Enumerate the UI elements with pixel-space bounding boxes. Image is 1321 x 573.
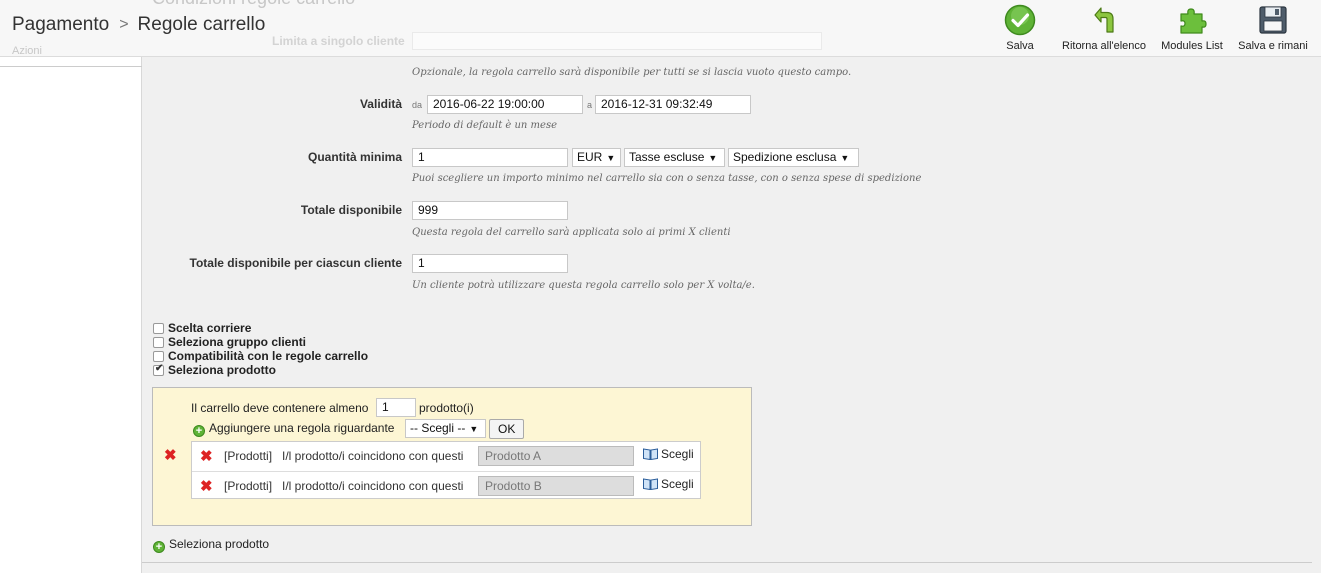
add-rule-row: + Aggiungere una regola riguardante (193, 421, 394, 437)
dropdown-arrow-icon: ▼ (708, 153, 718, 163)
modules-button-label: Modules List (1161, 40, 1223, 52)
book-icon (643, 448, 658, 460)
ok-button[interactable]: OK (489, 419, 525, 439)
remove-rule-icon[interactable]: ✖ (200, 449, 213, 464)
shipping-select[interactable]: Spedizione esclusa ▼ (728, 148, 859, 167)
floppy-disk-icon (1259, 6, 1287, 34)
save-button[interactable]: Salva (1000, 4, 1040, 52)
ghost-tab-label: Azioni (12, 45, 42, 57)
restriction-label: Compatibilità con le regole carrello (168, 349, 369, 363)
rule-type-select-value: -- Scegli -- (410, 421, 466, 435)
rule-type: [Prodotti] (224, 479, 273, 493)
product-min-qty-suffix: prodotto(i) (419, 401, 474, 415)
validity-to-label: a (587, 100, 593, 110)
save-and-stay-label: Salva e rimani (1238, 40, 1308, 52)
currency-select[interactable]: EUR ▼ (572, 148, 621, 167)
product-min-qty-prefix: Il carrello deve contenere almeno (191, 401, 369, 415)
checkbox[interactable] (153, 323, 164, 334)
ghost-field-label: Limita a singolo cliente (272, 34, 405, 48)
restriction-carrier[interactable]: Scelta corriere (153, 321, 251, 335)
breadcrumb-separator: > (119, 16, 129, 33)
add-icon[interactable]: + (193, 425, 205, 437)
checkmark-icon (1004, 4, 1036, 36)
add-product-selection-label: Seleziona prodotto (169, 537, 270, 551)
book-icon (643, 478, 658, 490)
toolbar: Condizioni regole carrello Limita a sing… (0, 0, 1321, 57)
restriction-label: Scelta corriere (168, 321, 252, 335)
back-button-label: Ritorna all'elenco (1062, 40, 1147, 52)
return-arrow-icon (1094, 7, 1114, 33)
tax-select-value: Tasse escluse (629, 150, 705, 164)
choose-label: Scegli (661, 477, 694, 491)
restriction-customer-group[interactable]: Seleziona gruppo clienti (153, 335, 306, 349)
restriction-label: Seleziona prodotto (168, 363, 276, 377)
add-rule-label: Aggiungere una regola riguardante (209, 421, 395, 435)
add-product-selection-link[interactable]: + Seleziona prodotto (153, 537, 269, 553)
left-panel (0, 57, 142, 573)
checkbox[interactable] (153, 351, 164, 362)
validity-hint: Periodo di default è un mese (412, 120, 557, 131)
dropdown-arrow-icon: ▼ (840, 153, 850, 163)
validity-from-input[interactable]: 2016-06-22 19:00:00 (427, 95, 583, 114)
table-row: ✖ [Prodotti] I/l prodotto/i coincidono c… (192, 442, 700, 471)
customer-field-hint: Opzionale, la regola carrello sarà dispo… (412, 67, 852, 78)
modules-list-button[interactable]: Modules List (1159, 4, 1225, 52)
choose-button[interactable]: Scegli (643, 477, 694, 491)
save-and-stay-button[interactable]: Salva e rimani (1238, 4, 1308, 52)
total-per-customer-input[interactable]: 1 (412, 254, 568, 273)
tax-select[interactable]: Tasse escluse ▼ (624, 148, 725, 167)
rule-condition: I/l prodotto/i coincidono con questi (282, 479, 464, 493)
currency-select-value: EUR (577, 150, 603, 164)
restriction-label: Seleziona gruppo clienti (168, 335, 307, 349)
total-available-label: Totale disponibile (300, 203, 402, 217)
min-amount-label: Quantità minima (307, 150, 402, 164)
back-to-list-button[interactable]: Ritorna all'elenco (1062, 4, 1147, 52)
rule-type: [Prodotti] (224, 449, 273, 463)
breadcrumb-current: Regole carrello (137, 14, 266, 35)
total-available-input[interactable]: 999 (412, 201, 568, 220)
remove-group-icon[interactable]: ✖ (164, 448, 177, 463)
validity-from-label: da (412, 100, 423, 110)
choose-label: Scegli (661, 447, 694, 461)
total-per-customer-hint: Un cliente potrà utilizzare questa regol… (412, 280, 755, 291)
checkbox[interactable] (153, 337, 164, 348)
min-amount-input[interactable]: 1 (412, 148, 568, 167)
table-row: ✖ [Prodotti] I/l prodotto/i coincidono c… (192, 471, 700, 500)
min-amount-hint: Puoi scegliere un importo minimo nel car… (412, 173, 922, 184)
puzzle-piece-icon (1180, 8, 1207, 34)
breadcrumb: Pagamento > Regole carrello (12, 14, 265, 36)
restriction-compatibility[interactable]: Compatibilità con le regole carrello (153, 349, 368, 363)
total-per-customer-label: Totale disponibile per ciascun cliente (189, 256, 403, 270)
validity-label: Validità (359, 97, 402, 111)
breadcrumb-parent[interactable]: Pagamento (12, 14, 109, 35)
restriction-product[interactable]: Seleziona prodotto (153, 363, 276, 377)
section-divider (142, 562, 1312, 563)
rule-type-select[interactable]: -- Scegli -- ▼ (405, 419, 486, 438)
ghost-field-input (412, 32, 822, 50)
product-min-qty-input[interactable]: 1 (376, 398, 416, 417)
product-rules-table: ✖ [Prodotti] I/l prodotto/i coincidono c… (191, 441, 701, 499)
total-available-hint: Questa regola del carrello sarà applicat… (412, 227, 731, 238)
rule-condition: I/l prodotto/i coincidono con questi (282, 449, 464, 463)
validity-to-input[interactable]: 2016-12-31 09:32:49 (595, 95, 751, 114)
add-icon: + (153, 541, 165, 553)
dropdown-arrow-icon: ▼ (469, 424, 479, 434)
rule-value-field: Prodotto A (478, 446, 634, 466)
save-button-label: Salva (1006, 40, 1034, 52)
dropdown-arrow-icon: ▼ (606, 153, 616, 163)
panel-divider (0, 66, 142, 67)
checkbox-checked[interactable] (153, 363, 164, 376)
ghost-section-title: Condizioni regole carrello (152, 0, 355, 9)
choose-button[interactable]: Scegli (643, 447, 694, 461)
rule-value-field: Prodotto B (478, 476, 634, 496)
shipping-select-value: Spedizione esclusa (733, 150, 837, 164)
remove-rule-icon[interactable]: ✖ (200, 479, 213, 494)
